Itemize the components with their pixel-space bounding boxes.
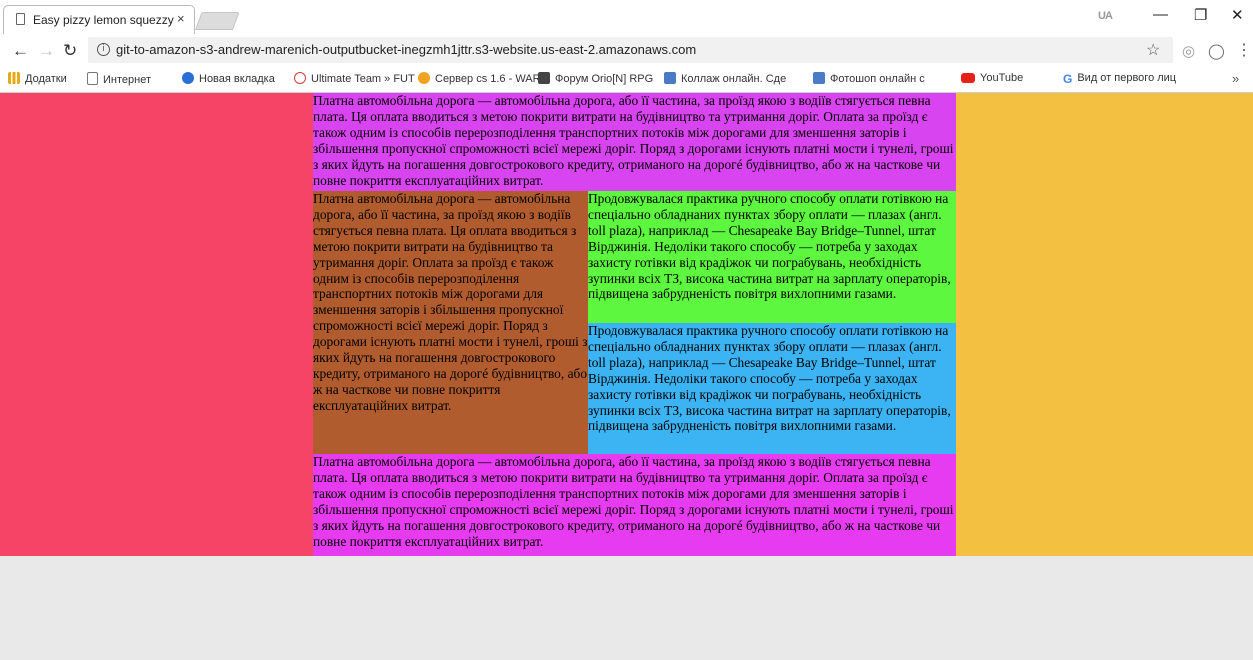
- bookmark-first-person[interactable]: G Вид от первого лиц: [1063, 72, 1177, 86]
- page-viewport: Платна автомобільна дорога — автомобільн…: [0, 93, 1253, 660]
- bookmark-new-tab[interactable]: Новая вкладка: [182, 72, 275, 85]
- back-icon[interactable]: ←: [12, 41, 29, 61]
- bookmark-label: Фотошоп онлайн с: [830, 73, 925, 85]
- tab-title: Easy pizzy lemon squezzy: [33, 13, 174, 27]
- bookmark-label: YouTube: [980, 72, 1024, 84]
- bookmark-collage[interactable]: Коллаж онлайн. Сде: [664, 72, 786, 85]
- google-icon: G: [1063, 72, 1073, 86]
- bookmark-internet[interactable]: Интернет: [87, 72, 151, 86]
- bookmark-label: Форум Orio[N] RPG: [555, 73, 654, 85]
- site-icon: [664, 72, 676, 84]
- bookmark-label: Сервер cs 1.6 - WAR: [435, 73, 541, 85]
- bottom-text-block: Платна автомобільна дорога — автомобільн…: [313, 454, 956, 556]
- window-close-icon[interactable]: ✕: [1231, 6, 1244, 24]
- more-bookmarks-icon[interactable]: »: [1232, 71, 1239, 86]
- bookmark-label: Коллаж онлайн. Сде: [681, 73, 787, 85]
- url-text[interactable]: git-to-amazon-s3-andrew-marenich-outputb…: [116, 42, 696, 57]
- bookmark-apps[interactable]: Додатки: [8, 72, 67, 85]
- bookmark-ultimate-team[interactable]: Ultimate Team » FUT: [294, 72, 415, 85]
- site-icon: [813, 72, 825, 84]
- bookmarks-bar: Додатки Интернет Новая вкладка Ultimate …: [0, 68, 1253, 93]
- info-icon[interactable]: i: [97, 43, 110, 56]
- apps-grid-icon: [8, 72, 20, 84]
- opera-icon[interactable]: ◯: [1208, 42, 1225, 60]
- extension-icon[interactable]: ◎: [1182, 42, 1195, 60]
- bookmark-label: Новая вкладка: [199, 73, 275, 85]
- green-text-block: Продовжувалася практика ручного способу …: [588, 191, 956, 323]
- restore-icon[interactable]: ❐: [1194, 6, 1207, 24]
- top-text-block: Платна автомобільна дорога — автомобільн…: [313, 93, 956, 191]
- left-side-panel: [0, 93, 313, 556]
- tab-close-icon[interactable]: ×: [177, 11, 185, 26]
- site-icon: [182, 72, 194, 84]
- youtube-icon: [961, 73, 975, 83]
- bookmark-label: Вид от первого лиц: [1077, 72, 1177, 84]
- bookmark-youtube[interactable]: YouTube: [961, 72, 1023, 84]
- site-icon: [538, 72, 550, 84]
- bookmark-star-icon[interactable]: ☆: [1146, 40, 1160, 60]
- blue-text-block: Продовжувалася практика ручного способу …: [588, 323, 956, 454]
- bookmark-label: Интернет: [103, 74, 151, 86]
- minimize-icon[interactable]: —: [1153, 6, 1168, 23]
- bookmark-label: Додатки: [25, 73, 67, 85]
- page-layout: Платна автомобільна дорога — автомобільн…: [0, 93, 1253, 556]
- menu-icon[interactable]: ⋮: [1236, 40, 1252, 60]
- forward-icon[interactable]: →: [38, 41, 55, 61]
- bookmark-photoshop[interactable]: Фотошоп онлайн с: [813, 72, 925, 85]
- tab-strip: Easy pizzy lemon squezzy × UA — ❐ ✕: [0, 0, 1253, 34]
- bookmark-label: Ultimate Team » FUT: [311, 73, 415, 85]
- right-side-panel: [956, 93, 1253, 556]
- page-icon: [16, 13, 25, 25]
- site-icon: [418, 72, 430, 84]
- address-bar[interactable]: i git-to-amazon-s3-andrew-marenich-outpu…: [88, 37, 1173, 63]
- reload-icon[interactable]: ↻: [63, 41, 77, 61]
- bookmark-orion-forum[interactable]: Форум Orio[N] RPG: [538, 72, 653, 85]
- browser-tab[interactable]: Easy pizzy lemon squezzy ×: [3, 5, 195, 34]
- site-icon: [294, 72, 306, 84]
- left-text-block: Платна автомобільна дорога — автомобільн…: [313, 191, 588, 454]
- new-tab-button[interactable]: [195, 12, 240, 30]
- browser-toolbar: ← → ↻ i git-to-amazon-s3-andrew-marenich…: [0, 34, 1253, 69]
- page-icon: [87, 72, 98, 85]
- bookmark-cs-server[interactable]: Сервер cs 1.6 - WAR: [418, 72, 541, 85]
- language-badge: UA: [1098, 10, 1113, 22]
